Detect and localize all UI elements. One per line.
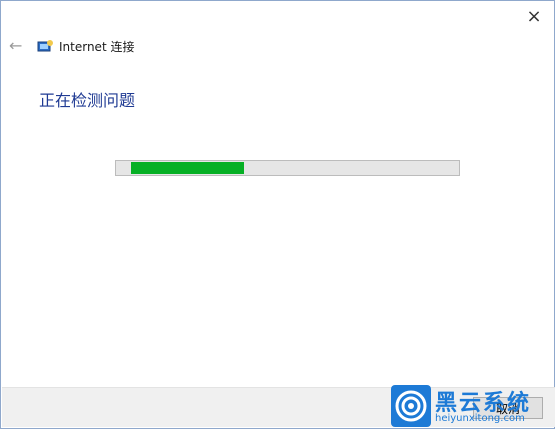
back-arrow-icon: ← bbox=[9, 36, 23, 55]
watermark-url: heiyunxitong.com bbox=[435, 413, 525, 424]
watermark-logo-icon bbox=[391, 385, 431, 427]
back-button[interactable]: ← bbox=[9, 38, 25, 54]
header: ← Internet 连接 bbox=[9, 37, 134, 55]
page-title: 正在检测问题 bbox=[39, 91, 136, 110]
progress-fill bbox=[131, 162, 244, 174]
window-title: Internet 连接 bbox=[59, 39, 135, 54]
watermark: 黑云系统 heiyunxitong.com bbox=[391, 385, 551, 427]
network-icon bbox=[37, 39, 53, 53]
progress-bar bbox=[115, 160, 460, 176]
close-button[interactable]: × bbox=[524, 7, 544, 27]
close-icon: × bbox=[526, 6, 542, 27]
troubleshooter-window: × ← Internet 连接 正在检测问题 取消 黑云系统 heiyunxit… bbox=[0, 0, 555, 429]
